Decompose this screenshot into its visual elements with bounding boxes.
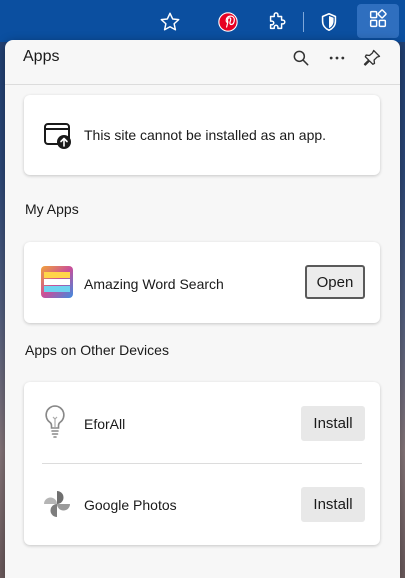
panel-title: Apps	[23, 48, 60, 65]
more-icon[interactable]	[324, 45, 350, 71]
extensions-icon[interactable]	[263, 8, 291, 36]
my-apps-label: My Apps	[25, 201, 79, 217]
app-name: Amazing Word Search	[84, 276, 224, 292]
other-devices-card: EforAll Install Google Photos Install	[24, 382, 380, 545]
install-notice-card: This site cannot be installed as an app.	[24, 95, 380, 175]
apps-button[interactable]	[357, 4, 399, 38]
install-app-icon	[43, 121, 73, 156]
lightbulb-icon	[43, 404, 67, 445]
header-divider	[5, 84, 400, 85]
app-name: EforAll	[84, 416, 126, 432]
shield-icon[interactable]	[315, 8, 343, 36]
row-divider	[42, 463, 362, 464]
toolbar-separator	[303, 12, 304, 32]
other-devices-label: Apps on Other Devices	[25, 342, 169, 358]
browser-toolbar	[0, 0, 405, 42]
apps-panel: Apps This site cannot be installed as an…	[5, 40, 400, 578]
my-apps-card: Amazing Word Search Open	[24, 242, 380, 323]
panel-header: Apps	[5, 40, 400, 76]
install-button[interactable]: Install	[301, 406, 365, 441]
apps-icon	[367, 8, 389, 35]
app-name: Google Photos	[84, 497, 177, 513]
pinterest-icon[interactable]	[214, 8, 242, 36]
install-button[interactable]: Install	[301, 487, 365, 522]
open-button[interactable]: Open	[305, 265, 365, 299]
amazing-word-search-icon	[41, 266, 73, 303]
star-icon[interactable]	[156, 8, 184, 36]
pinwheel-icon	[41, 488, 73, 525]
pin-icon[interactable]	[359, 45, 385, 71]
search-icon[interactable]	[288, 45, 314, 71]
install-notice-text: This site cannot be installed as an app.	[84, 127, 327, 143]
